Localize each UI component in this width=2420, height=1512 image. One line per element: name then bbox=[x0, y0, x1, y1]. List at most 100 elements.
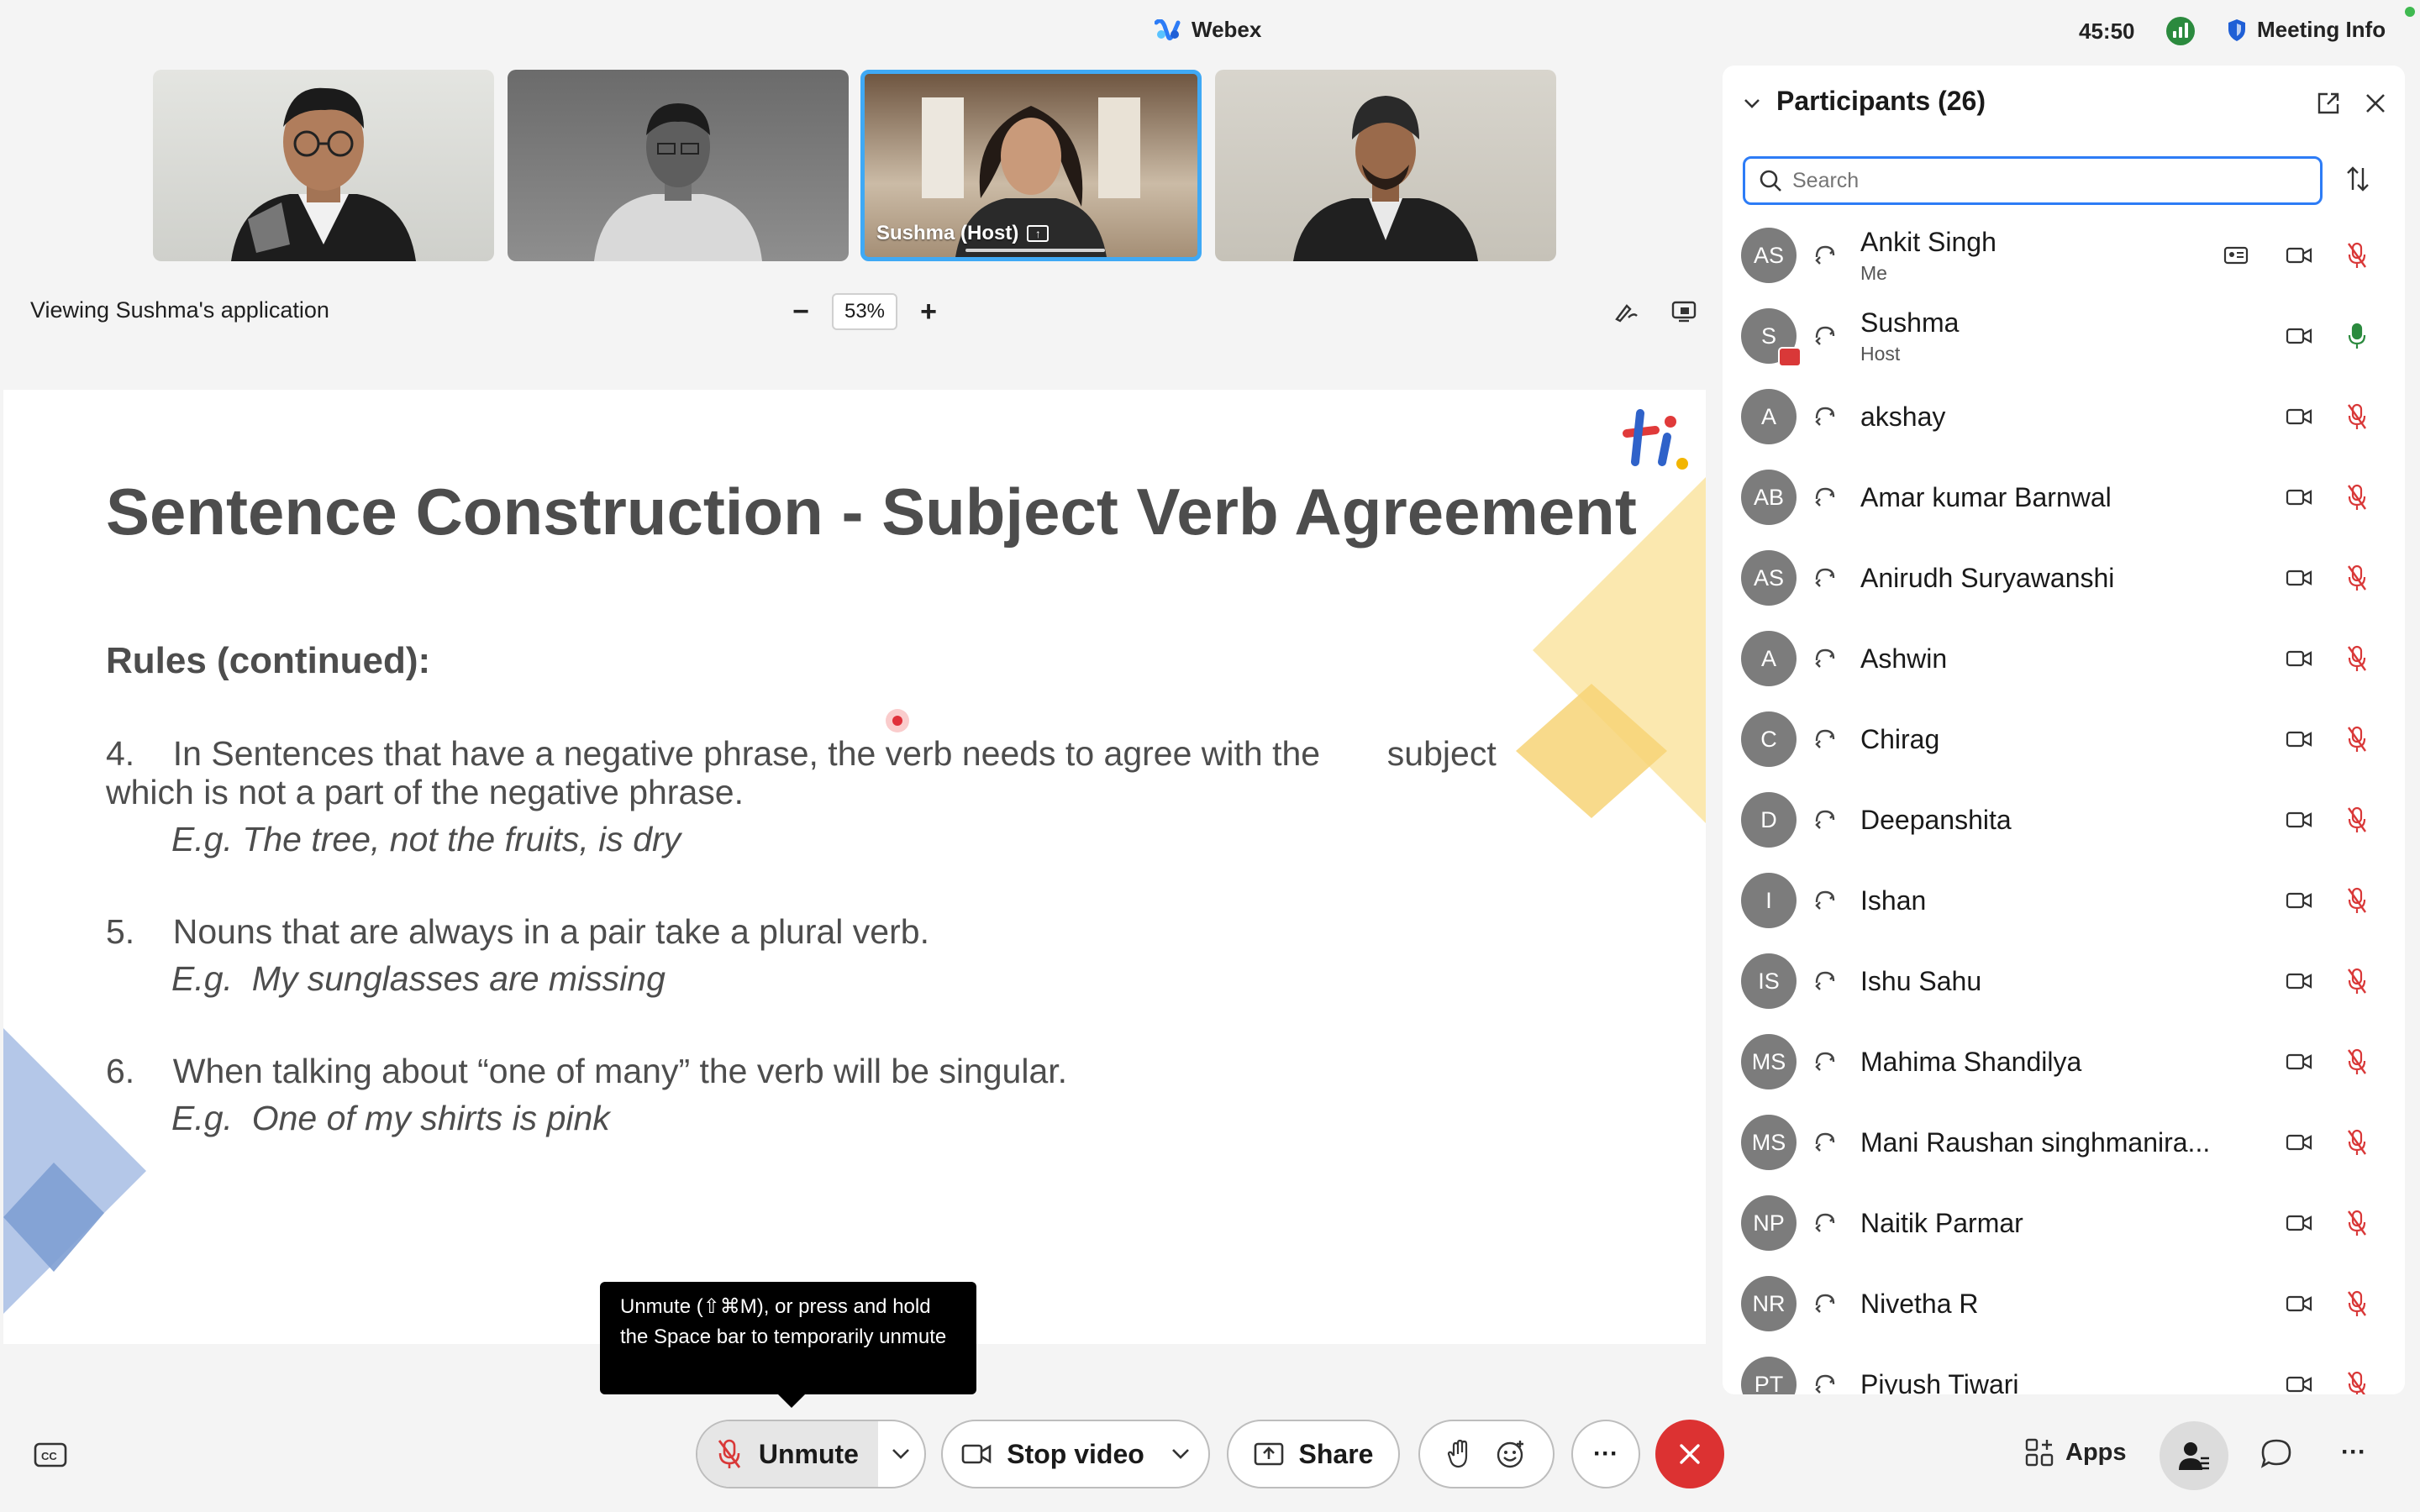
more-options-button[interactable]: ··· bbox=[1571, 1420, 1640, 1488]
unmute-button[interactable]: Unmute bbox=[697, 1421, 878, 1487]
mic-muted-icon[interactable] bbox=[2346, 241, 2368, 270]
avatar: D bbox=[1741, 792, 1797, 848]
participant-row[interactable]: MS Mani Raushan singhmanira... bbox=[1723, 1102, 2405, 1183]
mic-muted-icon[interactable] bbox=[2346, 644, 2368, 673]
participant-row[interactable]: C Chirag bbox=[1723, 699, 2405, 780]
zoom-out-button[interactable]: − bbox=[786, 295, 815, 328]
mic-muted-icon[interactable] bbox=[2346, 806, 2368, 834]
participant-name: Chirag bbox=[1860, 723, 1940, 754]
avatar-initials: AS bbox=[1753, 242, 1785, 268]
participant-row[interactable]: Aakshay bbox=[1723, 376, 2405, 457]
leave-meeting-button[interactable] bbox=[1655, 1420, 1724, 1488]
close-icon[interactable] bbox=[2363, 91, 2388, 116]
reactions-icon[interactable] bbox=[1496, 1439, 1526, 1469]
mic-muted-icon[interactable] bbox=[2346, 1370, 2368, 1394]
unmute-control-group: Unmute bbox=[696, 1420, 926, 1488]
search-icon bbox=[1760, 170, 1781, 192]
participant-video-feed bbox=[231, 87, 416, 261]
mic-muted-icon[interactable] bbox=[2346, 1209, 2368, 1237]
avatar: NR bbox=[1741, 1276, 1797, 1331]
participant-name: Nivetha R bbox=[1860, 1288, 1979, 1319]
avatar-initials: NR bbox=[1752, 1290, 1786, 1316]
app-title: Webex bbox=[1155, 17, 1261, 43]
closed-captions-icon[interactable]: CC bbox=[34, 1441, 67, 1468]
audio-connection-icon bbox=[1815, 407, 1835, 426]
participant-row[interactable]: I Ishan bbox=[1723, 860, 2405, 941]
camera-icon bbox=[2286, 973, 2312, 990]
participant-row[interactable]: MS Mahima Shandilya bbox=[1723, 1021, 2405, 1102]
participant-row[interactable]: S Sushma Host bbox=[1723, 296, 2405, 376]
participant-row[interactable]: IS Ishu Sahu bbox=[1723, 941, 2405, 1021]
avatar: MS bbox=[1741, 1034, 1797, 1089]
mic-muted-icon[interactable] bbox=[2346, 483, 2368, 512]
avatar-initials: MS bbox=[1751, 1129, 1786, 1155]
video-tile-1[interactable] bbox=[153, 70, 494, 261]
meeting-info-button[interactable]: Meeting Info bbox=[2227, 17, 2386, 43]
mic-active-icon[interactable] bbox=[2346, 322, 2368, 350]
pop-out-icon[interactable] bbox=[2316, 91, 2341, 116]
participants-toggle-button[interactable] bbox=[2160, 1421, 2228, 1490]
participants-header: Participants (26) bbox=[1723, 66, 2405, 141]
collapse-chevron-icon[interactable] bbox=[1741, 92, 1763, 114]
camera-icon bbox=[2286, 811, 2312, 828]
contact-card-icon[interactable] bbox=[2223, 245, 2249, 265]
search-input[interactable] bbox=[1792, 168, 2296, 193]
zoom-controls: − 53% + bbox=[786, 293, 943, 330]
participant-row[interactable]: NP Naitik Parmar bbox=[1723, 1183, 2405, 1263]
participant-name: Mahima Shandilya bbox=[1860, 1046, 2082, 1077]
avatar: NP bbox=[1741, 1195, 1797, 1251]
speaking-indicator bbox=[965, 249, 1105, 252]
mic-muted-icon[interactable] bbox=[2346, 402, 2368, 431]
participant-name: akshay bbox=[1860, 401, 1946, 432]
annotate-icon[interactable] bbox=[1613, 299, 1640, 324]
audio-connection-icon bbox=[1815, 1213, 1835, 1232]
camera-icon bbox=[2286, 1134, 2312, 1151]
participant-row[interactable]: AB Amar kumar Barnwal bbox=[1723, 457, 2405, 538]
mic-muted-icon[interactable] bbox=[2346, 886, 2368, 915]
mic-muted-icon[interactable] bbox=[2346, 725, 2368, 753]
participant-name: Naitik Parmar bbox=[1860, 1207, 2023, 1238]
sort-icon[interactable] bbox=[2344, 165, 2371, 193]
participant-row[interactable]: AS Anirudh Suryawanshi bbox=[1723, 538, 2405, 618]
audio-connection-icon bbox=[1815, 568, 1835, 587]
mic-muted-icon[interactable] bbox=[2346, 1289, 2368, 1318]
participant-name: Deepanshita bbox=[1860, 804, 2012, 835]
shield-icon bbox=[2228, 18, 2245, 41]
participant-name: Ankit Singh bbox=[1860, 227, 1996, 257]
pop-out-share-icon[interactable] bbox=[1670, 299, 1697, 324]
audio-options-dropdown[interactable] bbox=[878, 1421, 924, 1487]
stop-video-button[interactable]: Stop video bbox=[941, 1420, 1210, 1488]
host-name-label: Sushma (Host) bbox=[876, 222, 1019, 244]
participant-video-feed bbox=[594, 103, 762, 261]
participants-title: Participants (26) bbox=[1776, 86, 1986, 116]
avatar: AB bbox=[1741, 470, 1797, 525]
video-tile-host[interactable]: Sushma (Host) ↑ bbox=[860, 70, 1202, 261]
mic-muted-icon[interactable] bbox=[2346, 1128, 2368, 1157]
avatar-initials: S bbox=[1760, 323, 1776, 349]
apps-label: Apps bbox=[2065, 1438, 2127, 1466]
mic-muted-icon[interactable] bbox=[2346, 967, 2368, 995]
zoom-in-button[interactable]: + bbox=[914, 295, 943, 328]
mic-muted-icon[interactable] bbox=[2346, 564, 2368, 592]
participant-row[interactable]: D Deepanshita bbox=[1723, 780, 2405, 860]
participants-panel: Participants (26) AS Ankit Singh Me S Sushma… bbox=[1723, 66, 2405, 1394]
avatar: MS bbox=[1741, 1115, 1797, 1170]
video-tile-2[interactable] bbox=[508, 70, 849, 261]
audio-connection-icon bbox=[1815, 729, 1835, 748]
share-button[interactable]: Share bbox=[1227, 1420, 1400, 1488]
more-menu-button[interactable]: ··· bbox=[2341, 1438, 2366, 1467]
participant-row[interactable]: AS Ankit Singh Me bbox=[1723, 215, 2405, 296]
video-tile-4[interactable] bbox=[1215, 70, 1556, 261]
participant-row[interactable]: A Ashwin bbox=[1723, 618, 2405, 699]
participant-row[interactable]: PT Piyush Tiwari bbox=[1723, 1344, 2405, 1394]
mic-muted-icon[interactable] bbox=[2346, 1047, 2368, 1076]
chat-icon[interactable] bbox=[2260, 1438, 2292, 1468]
zoom-level[interactable]: 53% bbox=[832, 293, 897, 330]
chevron-down-icon[interactable] bbox=[1171, 1448, 1190, 1460]
raise-hand-icon[interactable] bbox=[1447, 1439, 1472, 1469]
participant-row[interactable]: NR Nivetha R bbox=[1723, 1263, 2405, 1344]
network-signal-icon[interactable] bbox=[2166, 17, 2195, 45]
avatar-initials: C bbox=[1760, 726, 1777, 752]
apps-button[interactable]: Apps bbox=[2025, 1438, 2127, 1467]
avatar: S bbox=[1741, 308, 1802, 367]
